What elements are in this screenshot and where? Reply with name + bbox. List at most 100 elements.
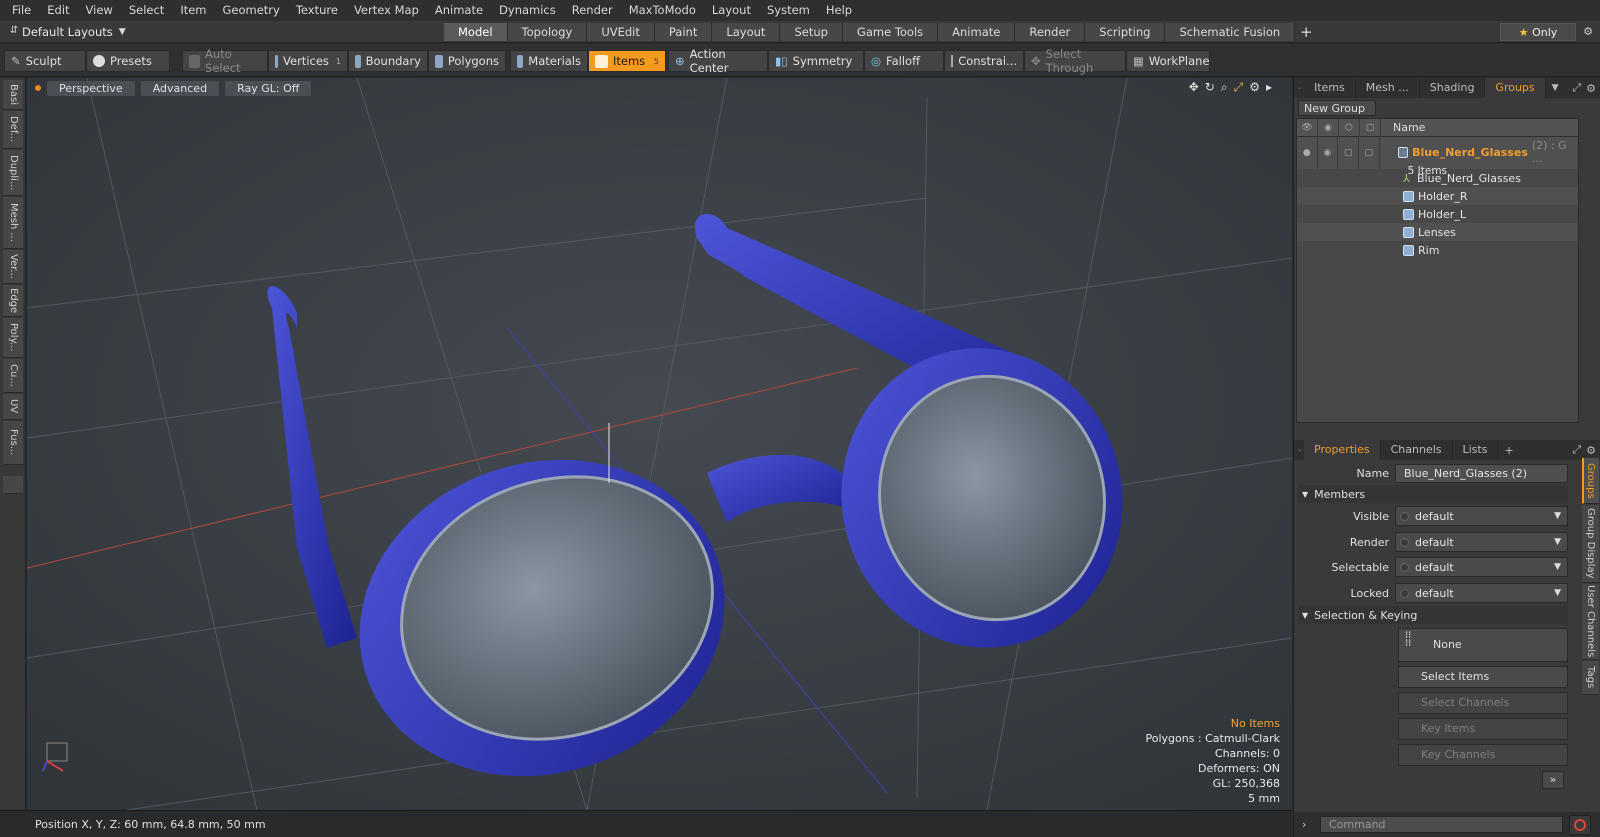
menu-maxtomodo[interactable]: MaxToModo	[621, 0, 704, 21]
tab-items[interactable]: Items	[1304, 78, 1356, 98]
lock-icon[interactable]: ▢	[1360, 118, 1381, 137]
tab-render[interactable]: Render	[1015, 23, 1086, 41]
auto-select-button[interactable]: Auto Select	[182, 47, 268, 75]
left-tab-basic[interactable]: Basi	[3, 80, 23, 110]
key-items-button[interactable]: Key Items	[1398, 718, 1568, 740]
constraints-button[interactable]: Constrai...	[944, 50, 1024, 72]
viewport-menu-dot[interactable]	[35, 85, 41, 91]
list-item[interactable]: Rim	[1297, 241, 1578, 259]
members-section[interactable]: ▼ Members	[1298, 485, 1568, 503]
menu-vertex-map[interactable]: Vertex Map	[346, 0, 427, 21]
tab-model[interactable]: Model	[444, 23, 508, 41]
side-tab-group-display[interactable]: Group Display	[1582, 505, 1599, 583]
group-lock-toggle[interactable]: ▢	[1359, 137, 1380, 169]
group-list-scrollbar[interactable]	[1582, 118, 1596, 423]
rotate-view-icon[interactable]: ↻	[1205, 80, 1215, 95]
render-dropdown[interactable]: default ▼	[1395, 532, 1568, 552]
tab-properties[interactable]: Properties	[1304, 440, 1381, 460]
left-tab-polygon[interactable]: Poly...	[3, 318, 23, 358]
advanced-tab[interactable]: Advanced	[140, 80, 220, 96]
menu-dynamics[interactable]: Dynamics	[491, 0, 564, 21]
left-tab-vertex[interactable]: Ver...	[3, 250, 23, 284]
viewport-gear-icon[interactable]: ⚙	[1249, 80, 1260, 95]
new-group-button[interactable]: New Group	[1298, 100, 1376, 116]
list-item[interactable]: Holder_L	[1297, 205, 1578, 223]
zoom-icon[interactable]: ⌕	[1221, 80, 1228, 95]
only-toggle-button[interactable]: ★ Only	[1500, 23, 1576, 41]
panel-gear-icon[interactable]: ⚙	[1581, 82, 1600, 95]
tab-animate[interactable]: Animate	[938, 23, 1016, 41]
key-channels-button[interactable]: Key Channels	[1398, 744, 1568, 766]
left-tab-curve[interactable]: Cu...	[3, 359, 23, 393]
tab-uvedit[interactable]: UVEdit	[587, 23, 655, 41]
side-tab-user-channels[interactable]: User Channels	[1582, 584, 1599, 660]
expand-icon[interactable]: ⤢	[1572, 443, 1581, 457]
fit-icon[interactable]: ⤢	[1234, 80, 1244, 95]
play-arrow-icon[interactable]: ▸	[1266, 80, 1272, 95]
tab-paint[interactable]: Paint	[654, 23, 713, 41]
record-button[interactable]	[1569, 814, 1591, 835]
boundary-button[interactable]: Boundary	[348, 50, 428, 72]
left-tab-deform[interactable]: Def...	[3, 111, 23, 149]
select-lock-icon[interactable]: ⬡	[1339, 118, 1360, 137]
menu-texture[interactable]: Texture	[288, 0, 346, 21]
left-tab-uv[interactable]: UV	[3, 394, 23, 420]
vertices-button[interactable]: Vertices 1	[268, 50, 348, 72]
items-button[interactable]: Items 5	[588, 50, 666, 72]
symmetry-button[interactable]: ▮▯ Symmetry	[768, 50, 864, 72]
perspective-tab[interactable]: Perspective	[47, 80, 135, 96]
tab-schematic-fusion[interactable]: Schematic Fusion	[1165, 23, 1296, 41]
locked-dropdown[interactable]: default ▼	[1395, 583, 1568, 603]
left-tab-expand[interactable]	[3, 476, 23, 494]
keying-none-button[interactable]: ⁝⁝ ⁝⁝ None	[1398, 628, 1568, 662]
add-tab-icon[interactable]: +	[1295, 23, 1317, 41]
gear-icon[interactable]: ⚙	[1578, 23, 1598, 41]
action-center-button[interactable]: ⊕ Action Center	[668, 47, 768, 75]
menu-help[interactable]: Help	[818, 0, 860, 21]
left-tab-edge[interactable]: Edge	[3, 285, 23, 317]
left-tab-duplicate[interactable]: Dupli...	[3, 150, 23, 196]
selectable-dropdown[interactable]: default ▼	[1395, 557, 1568, 577]
panel-gear-icon[interactable]: ⚙	[1581, 444, 1600, 457]
move-view-icon[interactable]: ✥	[1189, 80, 1199, 95]
materials-button[interactable]: Materials	[510, 50, 588, 72]
menu-item[interactable]: Item	[172, 0, 214, 21]
menu-animate[interactable]: Animate	[427, 0, 491, 21]
menu-edit[interactable]: Edit	[39, 0, 77, 21]
group-row[interactable]: ● ◉ ▢ ▢ Blue_Nerd_Glasses (2) : G ... 5 …	[1297, 137, 1578, 177]
render-icon[interactable]: ◉	[1318, 118, 1339, 137]
chevron-down-icon[interactable]: ▼	[1546, 83, 1559, 93]
raygl-tab[interactable]: Ray GL: Off	[225, 80, 312, 96]
tab-layout[interactable]: Layout	[712, 23, 781, 41]
left-tab-fusion[interactable]: Fus...	[3, 421, 23, 465]
tab-groups[interactable]: Groups	[1485, 78, 1546, 98]
layout-selector[interactable]: ⇵ Default Layouts ▼	[4, 21, 126, 43]
side-tab-tags[interactable]: Tags	[1582, 661, 1599, 695]
eye-icon[interactable]: 👁	[1297, 118, 1318, 137]
list-item[interactable]: Holder_R	[1297, 187, 1578, 205]
name-field[interactable]: Blue_Nerd_Glasses (2)	[1395, 463, 1568, 483]
tab-scripting[interactable]: Scripting	[1085, 23, 1166, 41]
3d-viewport[interactable]: Perspective Advanced Ray GL: Off ✥ ↻ ⌕ ⤢…	[27, 78, 1292, 810]
select-channels-button[interactable]: Select Channels	[1398, 692, 1568, 714]
tab-mesh[interactable]: Mesh ...	[1356, 78, 1420, 98]
list-item[interactable]: Lenses	[1297, 223, 1578, 241]
group-visible-toggle[interactable]: ●	[1297, 137, 1318, 169]
side-tab-groups[interactable]: Groups	[1582, 458, 1599, 504]
menu-file[interactable]: File	[4, 0, 39, 21]
menu-geometry[interactable]: Geometry	[215, 0, 288, 21]
selection-keying-section[interactable]: ▼ Selection & Keying	[1298, 606, 1568, 624]
menu-layout[interactable]: Layout	[704, 0, 759, 21]
expand-icon[interactable]: ⤢	[1572, 81, 1581, 95]
tab-channels[interactable]: Channels	[1381, 440, 1453, 460]
tab-topology[interactable]: Topology	[507, 23, 588, 41]
tab-lists[interactable]: Lists	[1453, 440, 1499, 460]
presets-button[interactable]: Presets	[86, 50, 170, 72]
visible-dropdown[interactable]: default ▼	[1395, 506, 1568, 526]
menu-render[interactable]: Render	[564, 0, 621, 21]
add-tab-icon[interactable]: +	[1498, 444, 1513, 457]
group-select-toggle[interactable]: ▢	[1338, 137, 1359, 169]
command-input[interactable]: Command	[1320, 816, 1563, 833]
select-through-button[interactable]: ✥ Select Through	[1024, 47, 1126, 75]
tab-shading[interactable]: Shading	[1420, 78, 1486, 98]
